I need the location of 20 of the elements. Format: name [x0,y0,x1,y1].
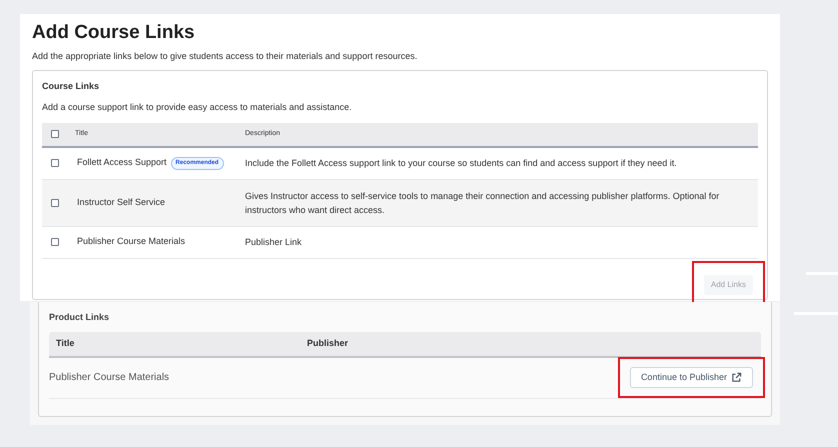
card-description: Add a course support link to provide easy access to materials and assistance. [42,101,353,114]
external-link-icon [731,372,742,383]
continue-to-publisher-button[interactable]: Continue to Publisher [630,367,753,388]
row-title: Instructor Self Service [77,196,166,209]
checkbox[interactable] [51,198,59,206]
card-heading: Course Links [42,80,100,92]
row-title: Publisher Course Materials [49,371,170,385]
checkbox[interactable] [51,159,59,167]
row-title: Follett Access Support [77,156,167,170]
page-title: Add Course Links [32,21,196,45]
row-description: Include the Follett Access support link to your course so students can find and access support if they need it. [245,157,678,170]
column-header: Publisher [307,336,348,350]
checkbox[interactable] [51,238,59,246]
column-header: Title [55,336,76,350]
card-heading: Product Links [49,311,110,324]
page-subtitle: Add the appropriate links below to give students access to their materials and support resources. [32,50,418,63]
row-title: Publisher Course Materials [77,235,186,248]
checkbox[interactable] [51,130,59,138]
row-description: Publisher Link [245,236,303,249]
row-description: Gives Instructor access to self-service tools to manage their connection and accessing publisher platforms. Optional for instructors who want direct access. [245,190,720,216]
